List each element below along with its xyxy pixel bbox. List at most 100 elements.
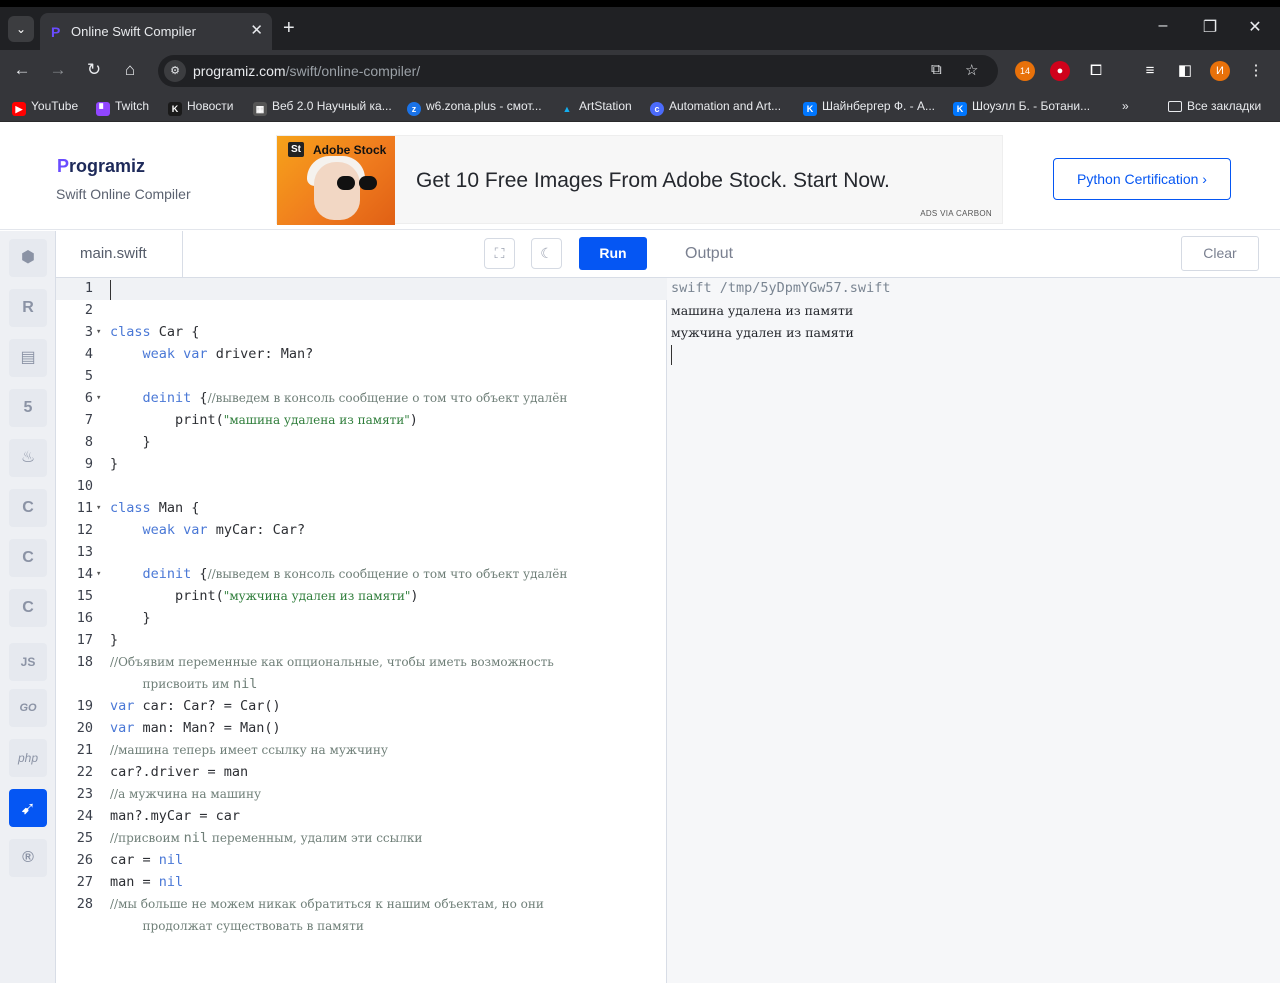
js-icon[interactable]: JS <box>9 643 47 681</box>
code-line: 16 } <box>76 610 151 626</box>
file-tab[interactable]: main.swift <box>56 231 183 278</box>
new-tab-icon[interactable]: + <box>283 17 295 40</box>
code-line: 15 print("мужчина удален из памяти") <box>76 588 419 604</box>
close-tab-icon[interactable]: ✕ <box>250 21 263 39</box>
code-line: 14 ▾ deinit {//выведем в консоль сообщени… <box>76 566 568 582</box>
text-cursor <box>110 280 111 300</box>
code-line: 7 print("машина удалена из памяти") <box>84 412 418 428</box>
all-bookmarks-folder[interactable]: Все закладки <box>1168 99 1261 113</box>
code-line: 10 <box>76 478 93 494</box>
site-header: Programiz Swift Online Compiler St Adobe… <box>0 122 1280 230</box>
programiz-logo[interactable]: Programiz <box>57 156 145 177</box>
adblock-extension-icon[interactable]: ● <box>1050 61 1070 81</box>
cpp-icon[interactable]: C <box>9 539 47 577</box>
browser-menu-icon[interactable]: ⋮ <box>1246 61 1266 81</box>
tab-title: Online Swift Compiler <box>71 24 196 39</box>
clear-button[interactable]: Clear <box>1181 236 1259 271</box>
php-icon[interactable]: php <box>9 739 47 777</box>
address-bar[interactable]: ⚙ programiz.com/swift/online-compiler/ ⧉… <box>158 55 998 87</box>
profile-avatar[interactable]: И <box>1210 61 1230 81</box>
editor-header: main.swift ⛶ ☾ Run <box>56 231 667 278</box>
output-cursor <box>671 345 672 365</box>
code-line: 23//а мужчина на машину <box>76 786 262 802</box>
c-icon[interactable]: C <box>9 489 47 527</box>
youtube-icon: ▶ <box>12 102 26 116</box>
minimize-icon[interactable]: – <box>1148 17 1178 35</box>
dark-mode-moon-icon[interactable]: ☾ <box>531 238 562 269</box>
fullscreen-icon[interactable]: ⛶ <box>484 238 515 269</box>
code-line: 18//Объявим переменные как опциональные,… <box>76 654 554 670</box>
bookmark-artstation[interactable]: ▲ ArtStation <box>560 99 632 116</box>
swift-icon[interactable]: ➹ <box>9 789 47 827</box>
folder-icon <box>1168 101 1182 112</box>
bookmark-automation-art[interactable]: c Automation and Art... <box>650 99 781 116</box>
bookmark-zona[interactable]: z w6.zona.plus - смот... <box>407 99 542 116</box>
browser-tab-bar: ⌄ P Online Swift Compiler ✕ + – ❐ ✕ <box>0 0 1280 50</box>
window-close-icon[interactable]: ✕ <box>1240 17 1270 37</box>
code-line: 26 car = nil <box>76 852 184 868</box>
code-line: 27 man = nil <box>76 874 184 890</box>
page-subtitle: Swift Online Compiler <box>56 186 191 202</box>
zona-icon: z <box>407 102 421 116</box>
python-icon[interactable]: ⬢ <box>9 239 47 277</box>
translate-icon[interactable]: ⧉ <box>931 61 942 78</box>
bookmark-shainberger[interactable]: K Шайнбергер Ф. - А... <box>803 99 935 116</box>
bookmark-youtube[interactable]: ▶ YouTube <box>12 99 78 116</box>
output-line: swift /tmp/5yDpmYGw57.swift <box>671 280 891 296</box>
go-icon[interactable]: GO <box>9 689 47 727</box>
calc-icon: ▦ <box>253 102 267 116</box>
r-icon[interactable]: R <box>9 289 47 327</box>
java-icon[interactable]: ♨ <box>9 439 47 477</box>
code-line: 6 ▾ deinit {//выведем в консоль сообщение… <box>84 390 568 406</box>
bookmark-twitch[interactable]: ▘ Twitch <box>96 99 149 116</box>
csharp-icon[interactable]: C <box>9 589 47 627</box>
adobe-stock-logo-icon: St <box>288 142 304 157</box>
code-line: 21//машина теперь имеет ссылку на мужчин… <box>76 742 388 758</box>
vk-icon: K <box>953 102 967 116</box>
python-certification-button[interactable]: Python Certification › <box>1053 158 1231 200</box>
extensions-puzzle-icon[interactable]: ⧠ <box>1086 61 1106 81</box>
artstation-icon: ▲ <box>562 104 572 114</box>
run-button[interactable]: Run <box>579 237 647 270</box>
reload-icon[interactable]: ↻ <box>83 60 105 80</box>
bookmark-news[interactable]: K Новости <box>168 99 233 116</box>
site-info-icon[interactable]: ⚙ <box>164 60 186 82</box>
back-icon[interactable]: ← <box>11 60 33 80</box>
code-line: 22 car?.driver = man <box>76 764 249 780</box>
twitch-icon: ▘ <box>96 102 110 116</box>
code-line-wrap: продолжат существовать в памяти <box>142 919 364 933</box>
rust-icon[interactable]: ® <box>9 839 47 877</box>
code-line: 1 <box>56 280 667 302</box>
bookmark-shouell[interactable]: K Шоуэлл Б. - Ботани... <box>953 99 1090 116</box>
output-panel: Output Clear swift /tmp/5yDpmYGw57.swift… <box>667 231 1280 983</box>
url-text[interactable]: programiz.com/swift/online-compiler/ <box>193 63 420 79</box>
tab-search-chevron-icon[interactable]: ⌄ <box>8 16 34 42</box>
output-line: машина удалена из памяти <box>671 303 854 318</box>
ad-banner[interactable]: St Adobe Stock Get 10 Free Images From A… <box>276 135 1003 225</box>
code-editor-panel: main.swift ⛶ ☾ Run 1 2 3 ▾ class Car { 4 w… <box>56 231 667 983</box>
code-line: 20 var man: Man? = Man() <box>76 720 281 736</box>
home-icon[interactable]: ⌂ <box>119 60 141 80</box>
browser-tab[interactable]: P Online Swift Compiler ✕ <box>40 13 272 50</box>
restore-icon[interactable]: ❐ <box>1195 17 1225 37</box>
vk-icon: K <box>803 102 817 116</box>
bookmark-web2-calc[interactable]: ▦ Веб 2.0 Научный ка... <box>253 99 392 116</box>
output-line: мужчина удален из памяти <box>671 325 854 340</box>
ad-image: St Adobe Stock <box>277 136 395 225</box>
sql-icon[interactable]: ▤ <box>9 339 47 377</box>
output-header: Output Clear <box>667 231 1280 278</box>
code-line: 28//мы больше не можем никак обратиться … <box>76 896 544 912</box>
media-controls-icon[interactable]: ≡ <box>1140 61 1160 81</box>
code-line: 11 ▾ class Man { <box>76 500 200 516</box>
code-line: 4 weak var driver: Man? <box>84 346 314 362</box>
forward-icon[interactable]: → <box>47 60 69 80</box>
ad-credit[interactable]: ADS VIA CARBON <box>920 209 992 218</box>
language-sidebar: ⬢ R ▤ 5 ♨ C C C JS GO php ➹ ® <box>0 231 56 983</box>
more-bookmarks-icon[interactable]: » <box>1122 99 1129 113</box>
bookmark-star-icon[interactable]: ☆ <box>965 61 978 79</box>
extension-badge-icon[interactable]: 14 <box>1015 61 1035 81</box>
code-line: 8 } <box>84 434 151 450</box>
code-line: 24 man?.myCar = car <box>76 808 241 824</box>
side-panel-icon[interactable]: ◧ <box>1175 61 1195 81</box>
html5-icon[interactable]: 5 <box>9 389 47 427</box>
